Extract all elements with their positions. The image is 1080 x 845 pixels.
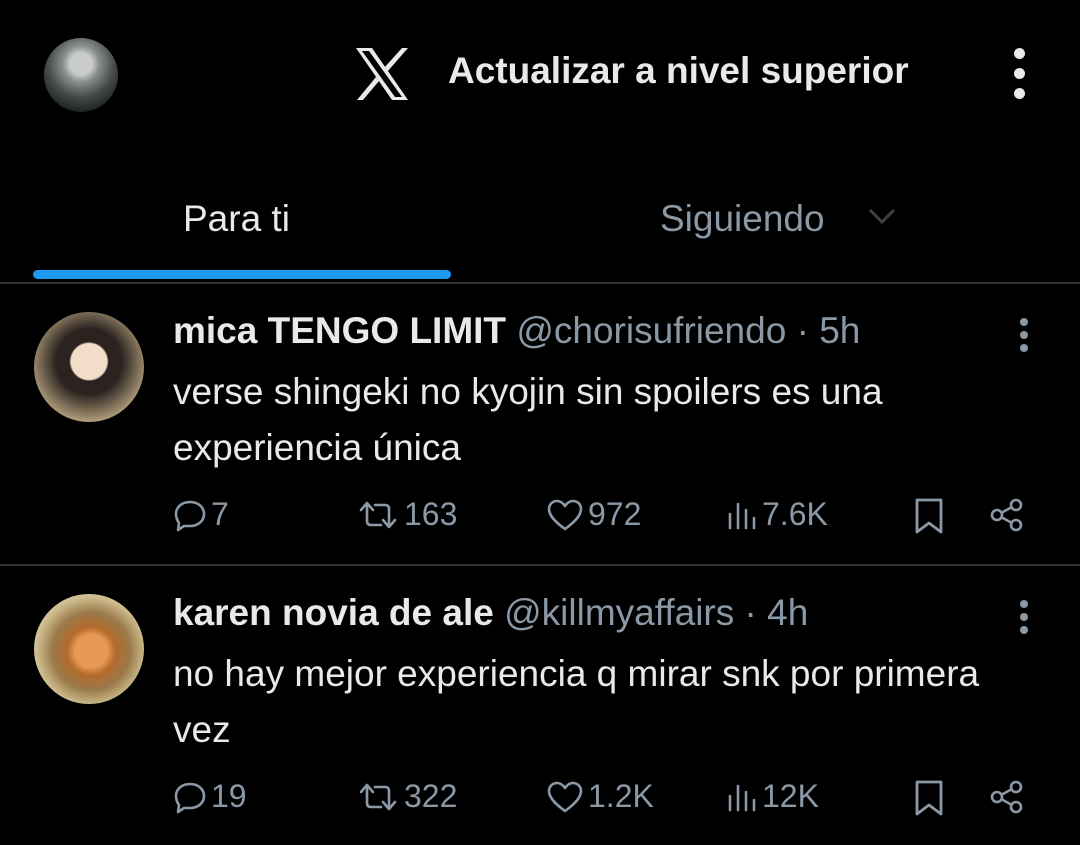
reply-button[interactable]: 7 xyxy=(173,496,229,533)
views-icon xyxy=(728,502,756,529)
tweet-time[interactable]: 5h xyxy=(819,310,860,351)
top-bar: Actualizar a nivel superior xyxy=(0,0,1080,150)
share-button[interactable] xyxy=(988,778,1026,816)
x-logo-icon[interactable] xyxy=(352,46,412,102)
tweet-actions: 7 163 972 7.6K xyxy=(0,496,1080,540)
share-icon xyxy=(990,780,1023,814)
tweet[interactable]: karen novia de ale @killmyaffairs · 4h n… xyxy=(0,566,1080,845)
avatar[interactable] xyxy=(34,594,144,704)
views-count: 7.6K xyxy=(762,496,828,532)
tab-siguiendo[interactable]: Siguiendo xyxy=(660,198,825,240)
tweet-header: karen novia de ale @killmyaffairs · 4h xyxy=(173,592,808,634)
reply-button[interactable]: 19 xyxy=(173,778,247,815)
views-button[interactable]: 12K xyxy=(726,778,819,815)
separator: · xyxy=(796,310,809,351)
tweet-actions: 19 322 1.2K 12K xyxy=(0,778,1080,822)
retweet-count: 163 xyxy=(404,496,458,532)
tweet-text: no hay mejor experiencia q mirar snk por… xyxy=(173,653,980,750)
share-button[interactable] xyxy=(988,496,1026,534)
reply-icon xyxy=(174,500,206,531)
like-icon xyxy=(547,499,583,530)
tweet[interactable]: mica TENGO LIMIT @chorisufriendo · 5h ve… xyxy=(0,284,1080,566)
like-icon xyxy=(547,781,583,812)
author-name[interactable]: mica TENGO LIMIT xyxy=(173,310,506,351)
author-name[interactable]: karen novia de ale xyxy=(173,592,494,633)
tweet-text: verse shingeki no kyojin sin spoilers es… xyxy=(173,371,883,468)
reply-icon xyxy=(174,782,206,813)
tweet-header: mica TENGO LIMIT @chorisufriendo · 5h xyxy=(173,310,860,352)
retweet-button[interactable]: 322 xyxy=(356,778,457,815)
retweet-button[interactable]: 163 xyxy=(356,496,457,533)
bookmark-icon xyxy=(915,780,943,816)
separator: · xyxy=(744,592,757,633)
more-vertical-icon[interactable] xyxy=(1018,318,1030,358)
avatar[interactable] xyxy=(34,312,144,422)
profile-avatar[interactable] xyxy=(44,38,118,112)
retweet-icon xyxy=(359,783,397,810)
share-icon xyxy=(990,498,1023,532)
views-icon xyxy=(728,784,756,811)
bookmark-button[interactable] xyxy=(912,778,946,818)
like-count: 1.2K xyxy=(588,778,654,814)
like-button[interactable]: 1.2K xyxy=(546,778,654,815)
chevron-down-icon[interactable] xyxy=(866,206,898,226)
bookmark-button[interactable] xyxy=(912,496,946,536)
author-handle[interactable]: @chorisufriendo xyxy=(516,310,786,351)
author-handle[interactable]: @killmyaffairs xyxy=(504,592,734,633)
more-vertical-icon[interactable] xyxy=(1018,600,1030,640)
reply-count: 19 xyxy=(211,778,247,814)
views-count: 12K xyxy=(762,778,819,814)
upgrade-button[interactable]: Actualizar a nivel superior xyxy=(448,50,909,92)
views-button[interactable]: 7.6K xyxy=(726,496,828,533)
like-count: 972 xyxy=(588,496,642,532)
active-tab-indicator xyxy=(33,270,451,279)
retweet-icon xyxy=(359,501,397,528)
retweet-count: 322 xyxy=(404,778,458,814)
timeline-tabs: Para ti Siguiendo xyxy=(0,160,1080,284)
reply-count: 7 xyxy=(211,496,229,532)
like-button[interactable]: 972 xyxy=(546,496,641,533)
more-options-icon[interactable] xyxy=(1006,48,1032,102)
bookmark-icon xyxy=(915,498,943,534)
tab-para-ti[interactable]: Para ti xyxy=(183,198,290,240)
tweet-time[interactable]: 4h xyxy=(767,592,808,633)
